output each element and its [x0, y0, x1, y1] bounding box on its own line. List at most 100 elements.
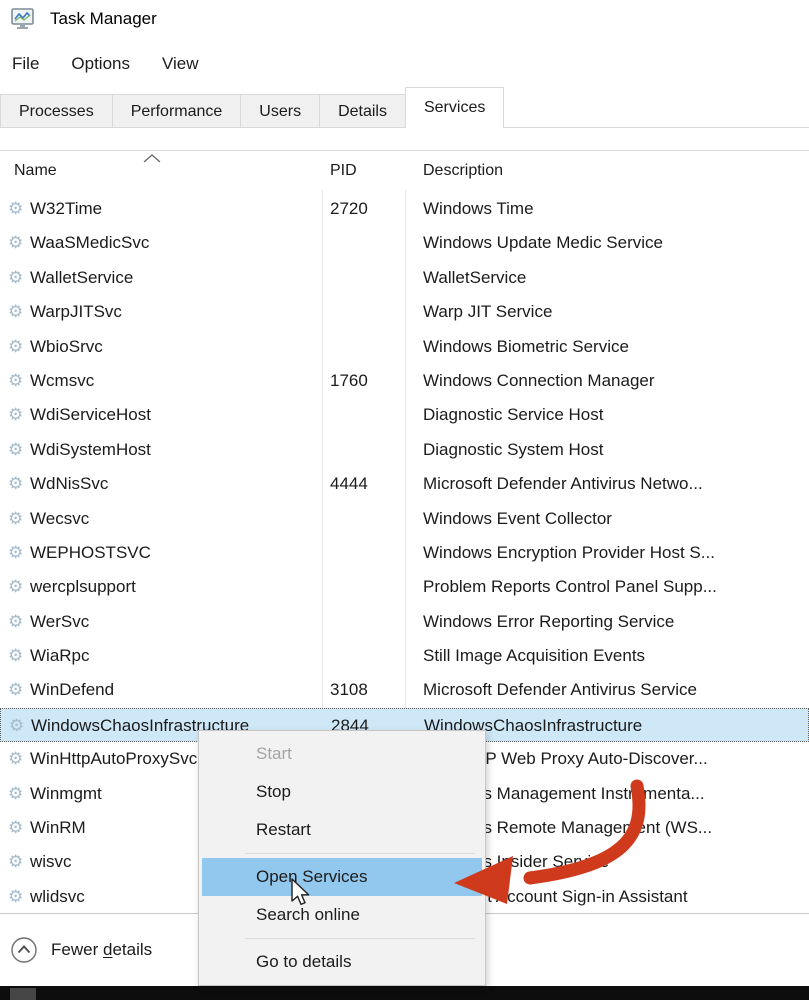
service-gear-icon: ⚙ [8, 502, 23, 536]
service-description: Diagnostic System Host [423, 433, 603, 467]
column-header-description[interactable]: Description [423, 162, 503, 180]
service-gear-icon: ⚙ [8, 845, 23, 879]
list-header: Name PID Description [0, 150, 809, 190]
service-name: Wecsvc [30, 502, 89, 536]
service-description: Microsoft Defender Antivirus Netwo... [423, 467, 703, 501]
sort-ascending-icon [143, 154, 161, 163]
service-pid: 3108 [330, 673, 368, 707]
service-pid: 2720 [330, 192, 368, 226]
service-description: WalletService [423, 261, 526, 295]
taskbar-button[interactable] [10, 988, 36, 1000]
service-description: Problem Reports Control Panel Supp... [423, 570, 717, 604]
service-gear-icon: ⚙ [8, 295, 23, 329]
service-description: Microsoft Defender Antivirus Service [423, 673, 697, 707]
tab-performance[interactable]: Performance [112, 94, 242, 128]
service-name: WdiServiceHost [30, 398, 151, 432]
tab-details[interactable]: Details [319, 94, 406, 128]
service-row[interactable]: ⚙ WinDefend 3108 Microsoft Defender Anti… [0, 673, 809, 707]
service-row[interactable]: ⚙ WiaRpc Still Image Acquisition Events [0, 639, 809, 673]
service-row[interactable]: ⚙ W32Time 2720 Windows Time [0, 192, 809, 226]
service-row[interactable]: ⚙ WdiSystemHost Diagnostic System Host [0, 433, 809, 467]
service-description: Windows Event Collector [423, 502, 612, 536]
fewer-details-button[interactable]: Fewer details [10, 936, 152, 964]
menubar-item-options[interactable]: Options [71, 54, 130, 74]
service-row[interactable]: ⚙ WarpJITSvc Warp JIT Service [0, 295, 809, 329]
fewer-details-label: Fewer details [51, 940, 152, 960]
service-name: WEPHOSTSVC [30, 536, 151, 570]
service-pid: 4444 [330, 467, 368, 501]
service-gear-icon: ⚙ [8, 192, 23, 226]
service-row[interactable]: ⚙ Wcmsvc 1760 Windows Connection Manager [0, 364, 809, 398]
service-description: Windows Error Reporting Service [423, 605, 674, 639]
service-description: Still Image Acquisition Events [423, 639, 645, 673]
service-name: WalletService [30, 261, 133, 295]
context-menu-item-stop[interactable]: Stop [199, 773, 485, 811]
tab-strip: ProcessesPerformanceUsersDetailsServices [0, 87, 809, 128]
service-name: WiaRpc [30, 639, 90, 673]
service-description: Windows Update Medic Service [423, 226, 663, 260]
service-row[interactable]: ⚙ WalletService WalletService [0, 261, 809, 295]
context-menu-item-open-services[interactable]: Open Services [202, 858, 482, 896]
service-pid: 1760 [330, 364, 368, 398]
service-row[interactable]: ⚙ WerSvc Windows Error Reporting Service [0, 605, 809, 639]
service-gear-icon: ⚙ [9, 709, 24, 743]
service-description: Diagnostic Service Host [423, 398, 603, 432]
service-gear-icon: ⚙ [8, 777, 23, 811]
service-name: wlidsvc [30, 880, 85, 914]
service-name: W32Time [30, 192, 102, 226]
service-gear-icon: ⚙ [8, 570, 23, 604]
service-gear-icon: ⚙ [8, 433, 23, 467]
service-gear-icon: ⚙ [8, 261, 23, 295]
service-name: Wcmsvc [30, 364, 94, 398]
window-title: Task Manager [50, 9, 157, 29]
service-gear-icon: ⚙ [8, 398, 23, 432]
service-gear-icon: ⚙ [8, 364, 23, 398]
service-name: WerSvc [30, 605, 89, 639]
service-gear-icon: ⚙ [8, 673, 23, 707]
menubar-item-view[interactable]: View [162, 54, 199, 74]
menubar: File Options View [0, 48, 809, 80]
service-name: wisvc [30, 845, 72, 879]
context-menu-item-restart[interactable]: Restart [199, 811, 485, 849]
service-gear-icon: ⚙ [8, 742, 23, 776]
service-row[interactable]: ⚙ WEPHOSTSVC Windows Encryption Provider… [0, 536, 809, 570]
service-gear-icon: ⚙ [8, 536, 23, 570]
chevron-up-circle-icon [10, 936, 38, 964]
service-row[interactable]: ⚙ Wecsvc Windows Event Collector [0, 502, 809, 536]
service-row[interactable]: ⚙ WaaSMedicSvc Windows Update Medic Serv… [0, 226, 809, 260]
column-header-name[interactable]: Name [14, 162, 57, 180]
service-gear-icon: ⚙ [8, 811, 23, 845]
service-row[interactable]: ⚙ WdNisSvc 4444 Microsoft Defender Antiv… [0, 467, 809, 501]
context-menu-item-start[interactable]: Start [199, 735, 485, 773]
service-name: wercplsupport [30, 570, 136, 604]
service-gear-icon: ⚙ [8, 226, 23, 260]
service-description: Windows Time [423, 192, 534, 226]
service-name: Winmgmt [30, 777, 102, 811]
context-menu-item-go-to-details[interactable]: Go to details [199, 943, 485, 981]
service-description: Windows Connection Manager [423, 364, 655, 398]
task-manager-app-icon [10, 6, 36, 32]
service-name: WarpJITSvc [30, 295, 122, 329]
context-menu: StartStopRestart Open ServicesSearch onli… [198, 730, 486, 986]
menubar-item-file[interactable]: File [12, 54, 39, 74]
service-row[interactable]: ⚙ WdiServiceHost Diagnostic Service Host [0, 398, 809, 432]
service-row[interactable]: ⚙ wercplsupport Problem Reports Control … [0, 570, 809, 604]
context-menu-separator [245, 853, 475, 854]
tab-processes[interactable]: Processes [0, 94, 113, 128]
service-description: Warp JIT Service [423, 295, 552, 329]
service-gear-icon: ⚙ [8, 605, 23, 639]
service-name: WbioSrvc [30, 330, 103, 364]
context-menu-item-search-online[interactable]: Search online [199, 896, 485, 934]
column-header-pid[interactable]: PID [330, 162, 357, 180]
service-row[interactable]: ⚙ WbioSrvc Windows Biometric Service [0, 330, 809, 364]
service-name: WinDefend [30, 673, 114, 707]
service-gear-icon: ⚙ [8, 639, 23, 673]
service-description: Windows Encryption Provider Host S... [423, 536, 715, 570]
service-name: WinRM [30, 811, 86, 845]
tab-services[interactable]: Services [405, 87, 504, 128]
service-name: WinHttpAutoProxySvc [30, 742, 197, 776]
service-name: WdiSystemHost [30, 433, 151, 467]
title-bar: Task Manager [0, 0, 809, 44]
service-name: WdNisSvc [30, 467, 108, 501]
tab-users[interactable]: Users [240, 94, 320, 128]
